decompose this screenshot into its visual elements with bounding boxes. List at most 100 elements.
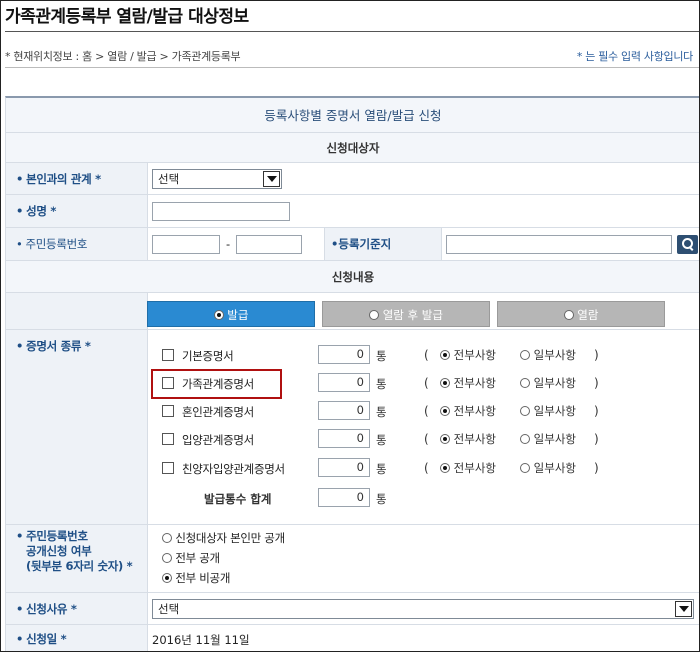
cert-qty-input[interactable]: 0 [318,458,370,477]
cert-name: 친양자입양관계증명서 [182,462,285,476]
reason-row: • 신청사유 * 선택 [6,593,699,625]
page-title: 가족관계등록부 열람/발급 대상정보 [5,7,249,27]
radio-icon [213,310,224,320]
resident-separator: - [226,237,231,251]
option-partial[interactable]: 일부사항 [520,431,576,447]
cert-unit: 통 [376,433,387,447]
cert-item: 친양자입양관계증명서 0 통 ( 전부사항 일부사항 ) [148,457,699,481]
resident-back-input[interactable] [236,235,302,254]
paren-open: ( [424,348,429,362]
radio-icon [440,378,450,388]
radio-icon [520,406,530,416]
cert-unit: 통 [376,377,387,391]
cert-unit: 통 [376,405,387,419]
date-value: 2016년 11월 11일 [152,633,250,647]
section-content-heading: 신청내용 [6,261,699,293]
cert-qty-input[interactable]: 0 [318,345,370,364]
form-heading: 등록사항별 증명서 열람/발급 신청 [6,98,699,133]
total-label: 발급통수 합계 [204,492,272,506]
paren-open: ( [424,404,429,418]
option-full[interactable]: 전부사항 [440,431,496,447]
cert-types-label: • 증명서 종류 * [6,330,148,524]
cert-list: 기본증명서 0 통 ( 전부사항 일부사항 ) 가족관계증명서 0 통 ( 전부… [148,330,699,525]
reason-label: • 신청사유 * [6,593,148,624]
cert-checkbox[interactable] [162,405,174,417]
date-row: • 신청일 * 2016년 11월 11일 [6,625,699,651]
cert-unit: 통 [376,349,387,363]
option-partial[interactable]: 일부사항 [520,403,576,419]
option-partial[interactable]: 일부사항 [520,375,576,391]
resident-label: • 주민등록번호 [6,228,148,260]
radio-icon [440,434,450,444]
paren-close: ) [594,404,599,418]
radio-icon [440,350,450,360]
cert-qty-input[interactable]: 0 [318,401,370,420]
radio-icon [162,573,172,583]
total-unit: 통 [376,492,387,506]
cert-checkbox[interactable] [162,349,174,361]
reg-base-label: •등록기준지 [324,228,442,260]
application-form: 등록사항별 증명서 열람/발급 신청 신청대상자 • 본인과의 관계 * 선택 •… [5,96,699,651]
breadcrumb: * 현재위치정보 : 홈 > 열람 / 발급 > 가족관계등록부 [5,50,241,63]
cert-qty-input[interactable]: 0 [318,429,370,448]
name-input[interactable] [152,202,290,221]
reg-base-input[interactable] [446,235,672,254]
reason-select[interactable]: 선택 [152,599,694,619]
cert-name: 입양관계증명서 [182,433,254,447]
highlight-box [151,369,282,399]
radio-icon [440,406,450,416]
paren-close: ) [594,432,599,446]
resident-row: • 주민등록번호 - •등록기준지 [6,228,699,261]
option-full[interactable]: 전부사항 [440,403,496,419]
radio-icon [162,553,172,563]
cert-checkbox[interactable] [162,433,174,445]
name-label: • 성명 * [6,195,148,227]
cert-item: 기본증명서 0 통 ( 전부사항 일부사항 ) [148,344,699,368]
disclosure-row: • 주민등록번호 공개신청 여부 (뒷부분 6자리 숫자) * 신청대상자 본인만… [6,525,699,593]
date-label: • 신청일 * [6,625,148,651]
radio-icon [520,434,530,444]
radio-icon [440,463,450,473]
radio-icon [520,350,530,360]
tab-view[interactable]: 열람 [497,301,665,327]
tab-issue[interactable]: 발급 [147,301,315,327]
relation-select[interactable]: 선택 [152,169,282,189]
disclosure-option-none[interactable]: 전부 비공개 [162,570,230,586]
required-note: * 는 필수 입력 사항입니다 [576,50,693,63]
radio-icon [162,533,172,543]
radio-icon [563,310,574,320]
paren-open: ( [424,432,429,446]
relation-row: • 본인과의 관계 * 선택 [6,163,699,195]
option-partial[interactable]: 일부사항 [520,347,576,363]
tabs-label-spacer [6,293,148,329]
cert-name: 혼인관계증명서 [182,405,254,419]
disclosure-option-self[interactable]: 신청대상자 본인만 공개 [162,530,285,546]
chevron-down-icon [263,171,280,187]
option-partial[interactable]: 일부사항 [520,460,576,476]
paren-close: ) [594,348,599,362]
page-frame: 가족관계등록부 열람/발급 대상정보 * 현재위치정보 : 홈 > 열람 / 발… [0,0,700,652]
total-qty: 0 [318,488,370,507]
cert-item: 입양관계증명서 0 통 ( 전부사항 일부사항 ) [148,428,699,452]
cert-checkbox[interactable] [162,462,174,474]
cert-qty-input[interactable]: 0 [318,373,370,392]
search-icon[interactable] [677,235,698,254]
radio-icon [520,378,530,388]
option-full[interactable]: 전부사항 [440,460,496,476]
paren-close: ) [594,461,599,475]
chevron-down-icon [675,601,692,617]
name-row: • 성명 * [6,195,699,228]
option-full[interactable]: 전부사항 [440,375,496,391]
option-full[interactable]: 전부사항 [440,347,496,363]
paren-open: ( [424,376,429,390]
sub-divider [5,67,699,68]
resident-front-input[interactable] [152,235,220,254]
disclosure-label: • 주민등록번호 공개신청 여부 (뒷부분 6자리 숫자) * [6,525,148,592]
radio-icon [369,310,380,320]
relation-label: • 본인과의 관계 * [6,163,148,194]
disclosure-option-all[interactable]: 전부 공개 [162,550,220,566]
cert-name: 기본증명서 [182,349,234,363]
paren-close: ) [594,376,599,390]
title-divider [5,31,699,32]
tab-view-then-issue[interactable]: 열람 후 발급 [322,301,490,327]
